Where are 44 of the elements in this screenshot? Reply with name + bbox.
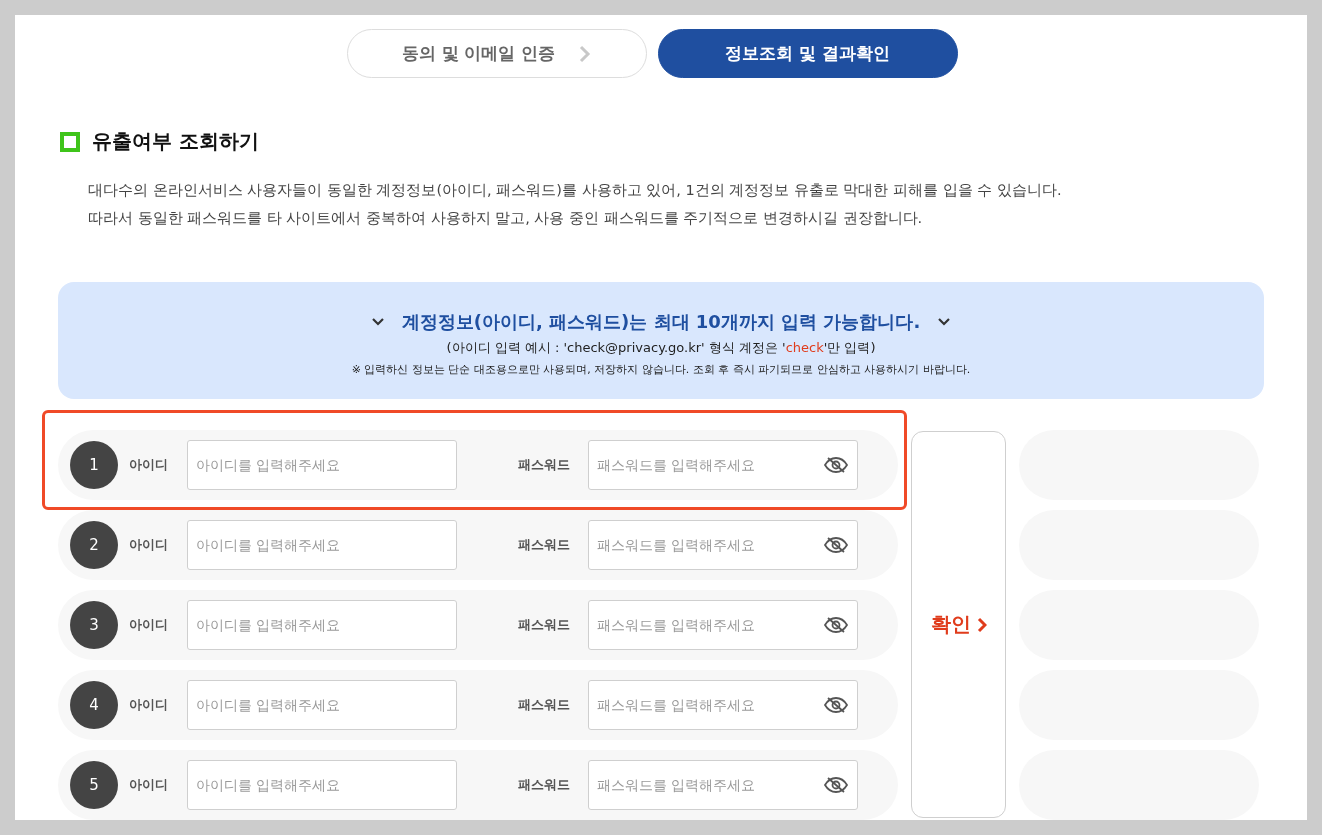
notice-headline: 계정정보(아이디, 패스워드)는 최대 10개까지 입력 가능합니다. <box>401 310 921 334</box>
row-number: 1 <box>70 441 118 489</box>
eye-off-icon[interactable] <box>824 456 848 474</box>
section-title: 유출여부 조회하기 <box>92 128 259 155</box>
chevron-down-icon <box>371 318 384 326</box>
row-number: 5 <box>70 761 118 809</box>
chevron-down-icon <box>938 318 951 326</box>
square-icon <box>60 131 80 152</box>
step-tab[interactable]: 정보조회 및 결과확인 <box>657 29 958 78</box>
example-text: (아이디 입력 예시 : 'check@privacy.go.kr' 형식 계정은 'check'만 입력) <box>446 339 876 357</box>
chevron-right-icon <box>579 44 592 63</box>
password-label: 패스워드 <box>518 536 571 554</box>
id-field[interactable]: 아이디를 입력해주세요 <box>187 680 457 730</box>
id-label: 아이디 <box>129 616 169 634</box>
password-label: 패스워드 <box>518 616 571 634</box>
confirm-button[interactable]: 확인 <box>911 431 1006 818</box>
id-label: 아이디 <box>129 696 169 714</box>
password-label: 패스워드 <box>518 696 571 714</box>
description-text: 따라서 동일한 패스워드를 타 사이트에서 중복하여 사용하지 말고, 사용 중인 패스워드를 주기적으로 변경하시길 권장합니다. <box>88 209 924 228</box>
password-field[interactable]: 패스워드를 입력해주세요 <box>588 760 858 810</box>
eye-off-icon[interactable] <box>824 776 848 794</box>
password-label: 패스워드 <box>518 776 571 794</box>
eye-off-icon[interactable] <box>824 616 848 634</box>
password-label: 패스워드 <box>518 456 571 474</box>
row-number: 3 <box>70 601 118 649</box>
id-label: 아이디 <box>129 536 169 554</box>
row-number: 2 <box>70 521 118 569</box>
description-text: 대다수의 온라인서비스 사용자들이 동일한 계정정보(아이디, 패스워드)를 사용하고 있어, 1건의 계정정보 유출로 막대한 피해를 입을 수 있습니다. <box>88 181 1063 200</box>
eye-off-icon[interactable] <box>824 536 848 554</box>
notice-note: ※ 입력하신 정보는 단순 대조용으로만 사용되며, 저장하지 않습니다. 조회 후 즉시 파기되므로 안심하고 사용하시기 바랍니다. <box>351 362 971 377</box>
id-field[interactable]: 아이디를 입력해주세요 <box>187 760 457 810</box>
id-field[interactable]: 아이디를 입력해주세요 <box>187 440 457 490</box>
password-field[interactable]: 패스워드를 입력해주세요 <box>588 520 858 570</box>
password-field[interactable]: 패스워드를 입력해주세요 <box>588 600 858 650</box>
eye-off-icon[interactable] <box>824 696 848 714</box>
step-tab[interactable]: 동의 및 이메일 인증 <box>346 29 647 78</box>
password-field[interactable]: 패스워드를 입력해주세요 <box>588 680 858 730</box>
row-number: 4 <box>70 681 118 729</box>
id-field[interactable]: 아이디를 입력해주세요 <box>187 600 457 650</box>
password-field[interactable]: 패스워드를 입력해주세요 <box>588 440 858 490</box>
id-field[interactable]: 아이디를 입력해주세요 <box>187 520 457 570</box>
id-label: 아이디 <box>129 456 169 474</box>
chevron-right-icon <box>976 616 987 633</box>
id-label: 아이디 <box>129 776 169 794</box>
